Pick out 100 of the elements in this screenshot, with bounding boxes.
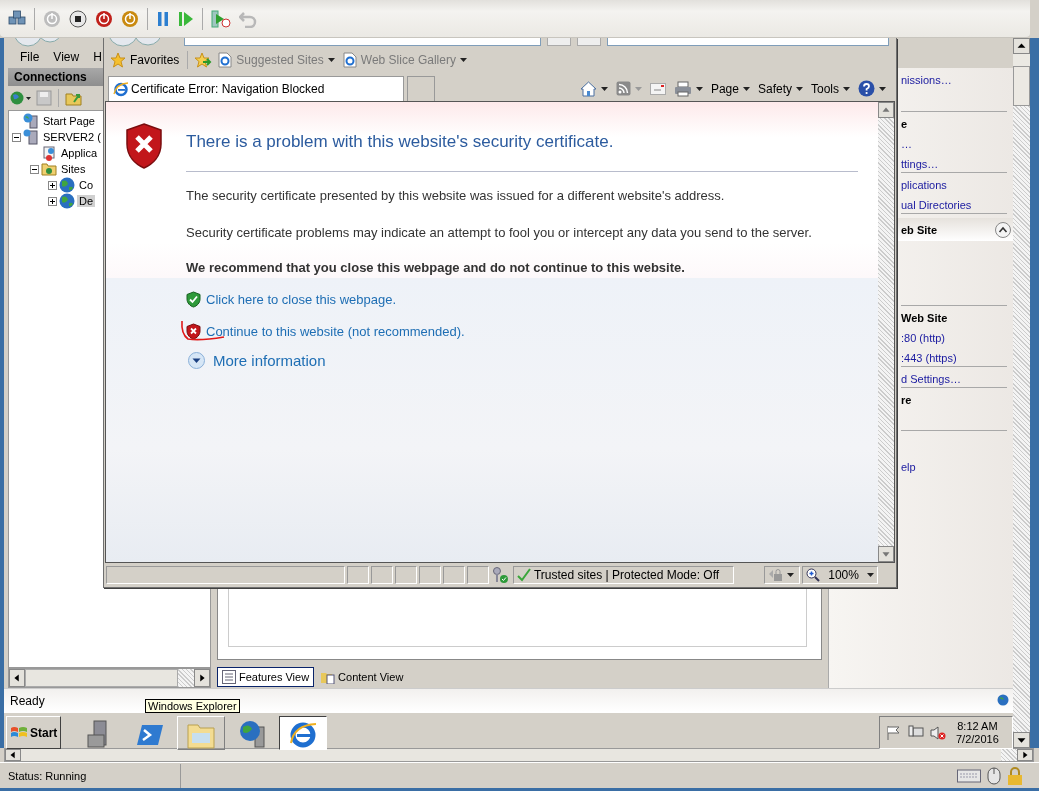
- taskbar-button[interactable]: [279, 716, 328, 750]
- tree-item[interactable]: Co: [77, 179, 96, 191]
- menu-item[interactable]: H: [93, 50, 102, 64]
- status-panel: [395, 566, 418, 584]
- add-favorite-icon[interactable]: [194, 52, 213, 68]
- collapse-icon[interactable]: [995, 221, 1011, 238]
- caret-icon: [600, 86, 608, 91]
- menu-item[interactable]: View: [53, 50, 80, 64]
- start-button[interactable]: Start: [6, 716, 62, 749]
- new-tab-button[interactable]: [407, 76, 435, 101]
- zoom-button[interactable]: 100%: [802, 566, 878, 584]
- features-icon: [222, 670, 236, 684]
- scroll-down-icon[interactable]: [1013, 732, 1030, 748]
- horizontal-scrollbar[interactable]: [8, 668, 211, 688]
- tree-toggle-icon[interactable]: [48, 180, 57, 190]
- clock-time[interactable]: 8:12 AM: [957, 719, 998, 733]
- tree-item[interactable]: Applica: [59, 147, 100, 159]
- popup-settings-button[interactable]: [764, 566, 801, 584]
- tree-toggle-icon[interactable]: [12, 132, 21, 142]
- expand-icon[interactable]: [188, 352, 205, 369]
- status-panel: [443, 566, 466, 584]
- mail-button[interactable]: [647, 82, 668, 95]
- action-link[interactable]: ual Directories: [901, 198, 972, 211]
- action-link[interactable]: ttings…: [901, 157, 939, 170]
- caret-icon: [866, 573, 874, 577]
- flag-icon[interactable]: [886, 724, 902, 741]
- caret-icon: [843, 86, 850, 91]
- shield-check-icon: [186, 290, 201, 308]
- globe-icon[interactable]: [10, 90, 32, 106]
- scroll-thumb[interactable]: [21, 749, 1001, 761]
- speaker-muted-icon[interactable]: [930, 724, 946, 741]
- tree-item[interactable]: Start Page: [41, 115, 97, 127]
- help-button[interactable]: [856, 80, 888, 97]
- action-link[interactable]: d Settings…: [901, 372, 961, 385]
- menu-button[interactable]: Safety: [755, 81, 805, 96]
- folder-up-icon[interactable]: [65, 90, 83, 106]
- scroll-left-icon[interactable]: [5, 749, 21, 761]
- favorites-button[interactable]: Favorites: [108, 52, 182, 68]
- paragraph: The security certificate presented by this website was issued for a different website's address.: [186, 187, 726, 205]
- action-link[interactable]: …: [901, 137, 912, 150]
- action-link[interactable]: nissions…: [901, 73, 952, 86]
- stop-icon[interactable]: [69, 9, 87, 28]
- section-header[interactable]: eb Site: [898, 218, 1013, 241]
- scroll-thumb[interactable]: [25, 669, 178, 687]
- search-field[interactable]: [607, 38, 889, 46]
- menu-button[interactable]: Page: [708, 81, 752, 96]
- status-panel: [467, 566, 489, 584]
- view-tab[interactable]: Content View: [316, 667, 409, 687]
- scrollbar-track[interactable]: [178, 669, 194, 687]
- server-globe-icon: [23, 113, 39, 129]
- keys-check-icon: [491, 566, 509, 584]
- scroll-up-icon[interactable]: [1013, 38, 1030, 54]
- action-link[interactable]: :443 (https): [901, 351, 957, 364]
- cubes-icon[interactable]: [8, 9, 26, 28]
- pause-icon[interactable]: [156, 9, 170, 28]
- section-title: e: [901, 117, 908, 130]
- scroll-right-icon[interactable]: [194, 669, 210, 687]
- panel-title: Connections: [14, 70, 87, 84]
- action-link[interactable]: elp: [901, 460, 916, 473]
- scroll-right-icon[interactable]: [1017, 749, 1033, 761]
- address-field[interactable]: [184, 38, 541, 46]
- power-icon[interactable]: [95, 9, 113, 28]
- play-icon[interactable]: [178, 9, 194, 28]
- scroll-left-icon[interactable]: [9, 669, 25, 687]
- tree-toggle-icon[interactable]: [48, 196, 57, 206]
- globe-icon: [59, 193, 75, 209]
- action-link[interactable]: plications: [901, 178, 947, 191]
- option-link[interactable]: Continue to this website (not recommended).: [206, 323, 465, 339]
- clock-date[interactable]: 7/2/2016: [956, 732, 999, 746]
- tree-item[interactable]: De: [77, 195, 96, 207]
- play-checkpoint-icon[interactable]: [211, 9, 231, 28]
- globe-icon: [59, 177, 75, 193]
- horizontal-scrollbar[interactable]: [4, 748, 1034, 762]
- tree-item[interactable]: Sites: [59, 163, 88, 175]
- help-icon: [858, 80, 875, 97]
- status-panel: [371, 566, 394, 584]
- feeds-button[interactable]: [613, 81, 644, 96]
- security-zone[interactable]: Trusted sites | Protected Mode: Off: [512, 566, 735, 584]
- tree-toggle-icon[interactable]: [30, 164, 39, 174]
- folder-globe-icon: [41, 161, 57, 177]
- ie-page-icon: [342, 52, 357, 68]
- zoom-icon: [806, 568, 821, 582]
- power-icon[interactable]: [121, 9, 139, 28]
- view-tab[interactable]: Features View: [217, 667, 315, 687]
- menu-item[interactable]: File: [20, 50, 40, 64]
- stop-button[interactable]: [577, 38, 601, 46]
- refresh-button[interactable]: [547, 38, 571, 46]
- caret-icon: [796, 86, 803, 91]
- menu-button[interactable]: Tools: [809, 81, 852, 96]
- printer-icon: [673, 80, 692, 97]
- more-information-link[interactable]: More information: [213, 352, 326, 369]
- recommendation-text: We recommend that you close this webpage and do not continue to this website.: [186, 260, 686, 275]
- tree-item[interactable]: SERVER2 (: [41, 131, 103, 143]
- check-icon: [516, 568, 531, 582]
- save-icon[interactable]: [36, 90, 52, 106]
- caret-icon: [327, 58, 335, 62]
- scroll-thumb[interactable]: [1013, 66, 1030, 106]
- option-link[interactable]: Click here to close this webpage.: [206, 291, 397, 307]
- action-link[interactable]: :80 (http): [901, 331, 946, 344]
- browser-tab[interactable]: Certificate Error: Navigation Blocked: [108, 76, 404, 101]
